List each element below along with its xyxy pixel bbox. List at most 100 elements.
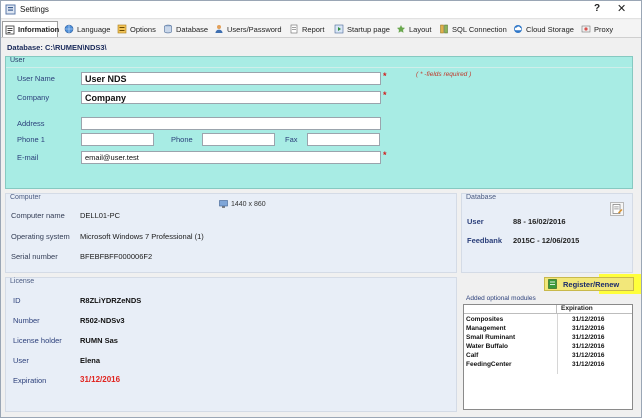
register-renew-label: Register/Renew <box>563 279 620 289</box>
tab-sql-connection[interactable]: SQL Connection <box>437 21 507 37</box>
module-name: Calf <box>466 352 479 359</box>
license-expiration-label: Expiration <box>13 376 47 385</box>
edit-document-icon <box>612 204 623 214</box>
license-id-label: ID <box>13 296 21 305</box>
database-icon <box>164 24 172 34</box>
database-details-button[interactable] <box>610 202 624 216</box>
address-label: Address <box>17 119 45 128</box>
module-expiration: 31/12/2016 <box>572 334 605 341</box>
serial-number-label: Serial number <box>11 252 58 261</box>
window-title: Settings <box>20 5 49 14</box>
license-user-label: User <box>13 356 29 365</box>
table-row[interactable]: Management 31/12/2016 <box>464 324 632 333</box>
company-required: * <box>383 90 387 100</box>
tab-label: Report <box>302 24 325 34</box>
register-renew-button[interactable]: Register/Renew <box>544 277 634 291</box>
required-fields-note: ( * -fields required ) <box>416 71 472 78</box>
fax-label: Fax <box>285 135 298 144</box>
close-button[interactable]: ✕ <box>617 2 626 15</box>
user-name-required: * <box>383 71 387 81</box>
table-row[interactable]: Calf 31/12/2016 <box>464 351 632 360</box>
license-holder-label: License holder <box>13 336 62 345</box>
phone1-label: Phone 1 <box>17 135 45 144</box>
tab-database[interactable]: Database <box>161 21 209 37</box>
module-name-column-header <box>464 305 557 314</box>
register-icon <box>548 279 557 289</box>
license-number-label: Number <box>13 316 40 325</box>
module-name: Water Buffalo <box>466 343 509 350</box>
tab-layout[interactable]: Layout <box>394 21 432 37</box>
settings-app-icon <box>5 4 16 15</box>
module-name: Composites <box>466 316 504 323</box>
user-name-input[interactable]: User NDS <box>81 72 381 85</box>
layout-icon <box>397 25 405 33</box>
license-id-value: R8ZLiYDRZeNDS <box>80 296 142 305</box>
tab-label: Proxy <box>594 24 614 34</box>
module-expiration: 31/12/2016 <box>572 343 605 350</box>
db-user-label: User <box>467 217 484 226</box>
computer-name-value: DELL01-PC <box>80 211 121 220</box>
tab-report[interactable]: Report <box>287 21 327 37</box>
user-name-label: User Name <box>17 74 55 83</box>
module-expiration: 31/12/2016 <box>572 352 605 359</box>
address-input[interactable] <box>81 117 381 130</box>
tab-label: Startup page <box>347 24 390 34</box>
screen-resolution: 1440 x 860 <box>219 200 266 208</box>
tab-label: SQL Connection <box>452 24 507 34</box>
settings-window: Settings ? ✕ Information Language Option… <box>0 0 642 418</box>
operating-system-value: Microsoft Windows 7 Professional (1) <box>80 232 204 241</box>
feedbank-value: 2015C - 12/06/2015 <box>513 236 580 245</box>
tab-startup-page[interactable]: Startup page <box>332 21 390 37</box>
license-holder-value: RUMN Sas <box>80 336 118 345</box>
table-row[interactable]: FeedingCenter 31/12/2016 <box>464 360 632 369</box>
database-panel-header: Database <box>466 194 496 201</box>
computer-panel-header: Computer <box>10 194 41 201</box>
license-user-value: Elena <box>80 356 101 365</box>
db-user-value: 88 - 16/02/2016 <box>513 217 566 226</box>
company-input[interactable]: Company <box>81 91 381 104</box>
module-name: FeedingCenter <box>466 361 512 368</box>
fax-input[interactable] <box>307 133 380 146</box>
table-row[interactable]: Small Ruminant 31/12/2016 <box>464 333 632 342</box>
options-icon <box>117 24 127 34</box>
tab-cloud-storage[interactable]: Cloud Storage <box>511 21 574 37</box>
report-icon <box>290 24 298 34</box>
email-label: E-mail <box>17 153 39 162</box>
expiration-column-header: Expiration <box>561 305 593 312</box>
modules-table[interactable]: Expiration Composites 31/12/2016 Managem… <box>463 304 633 410</box>
database-panel: Database User 88 - 16/02/2016 Feedbank 2… <box>461 193 633 273</box>
tab-label: Database <box>176 24 209 34</box>
tab-label: Information <box>18 25 60 34</box>
table-row[interactable]: Composites 31/12/2016 <box>464 315 632 324</box>
table-row[interactable]: Water Buffalo 31/12/2016 <box>464 342 632 351</box>
tab-label: Layout <box>409 24 432 34</box>
database-path-line: Database: C:\RUMEN\NDS3\ <box>7 43 107 52</box>
phone1-input[interactable] <box>81 133 154 146</box>
tab-options[interactable]: Options <box>115 21 157 37</box>
computer-panel: Computer 1440 x 860 Computer name DELL01… <box>5 193 457 273</box>
modules-header: Added optional modules <box>466 295 536 302</box>
user-panel: User ( * -fields required ) User Name Us… <box>5 56 633 189</box>
users-icon <box>215 25 223 33</box>
proxy-icon <box>581 25 591 33</box>
startup-icon <box>334 24 344 34</box>
database-path-label: Database: <box>7 43 43 52</box>
email-input[interactable]: email@user.test <box>81 151 381 164</box>
operating-system-label: Operating system <box>11 232 70 241</box>
tab-label: Options <box>130 24 156 34</box>
module-name: Small Ruminant <box>466 334 516 341</box>
tab-information[interactable]: Information <box>2 21 60 37</box>
module-expiration: 31/12/2016 <box>572 325 605 332</box>
module-expiration: 31/12/2016 <box>572 316 605 323</box>
tab-users-password[interactable]: Users/Password <box>212 21 282 37</box>
tab-bar: Information Language Options Database Us… <box>1 20 641 38</box>
title-bar: Settings ? ✕ <box>1 1 641 19</box>
monitor-icon <box>219 200 228 208</box>
phone-input[interactable] <box>202 133 275 146</box>
tab-language[interactable]: Language <box>62 21 112 37</box>
user-panel-header: User <box>6 57 632 68</box>
license-expiration-value: 31/12/2016 <box>80 375 121 384</box>
help-button[interactable]: ? <box>594 3 600 14</box>
tab-proxy[interactable]: Proxy <box>579 21 615 37</box>
email-required: * <box>383 150 387 160</box>
